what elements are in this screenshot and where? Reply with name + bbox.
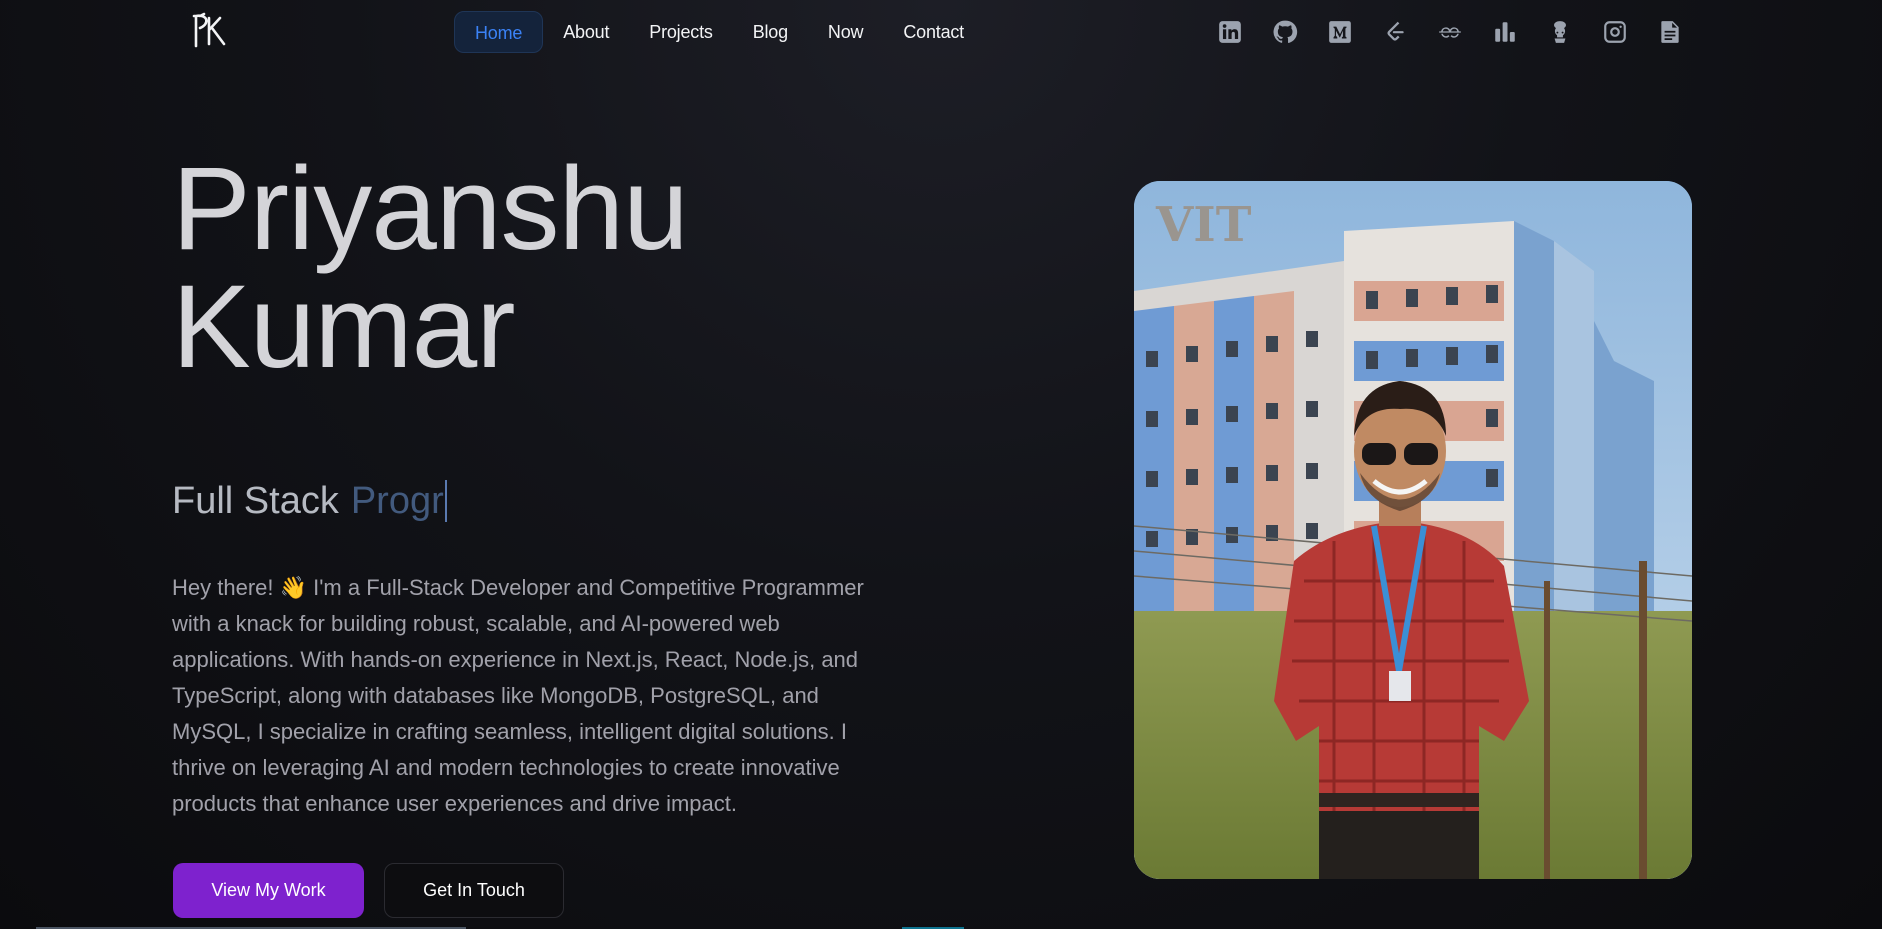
codechef-icon[interactable] xyxy=(1546,18,1574,46)
nav-blog[interactable]: Blog xyxy=(733,11,808,53)
instagram-icon[interactable] xyxy=(1601,18,1629,46)
top-navigation: Home About Projects Blog Now Contact xyxy=(0,0,1882,64)
site-logo[interactable] xyxy=(190,10,234,50)
hero-bio: Hey there! 👋 I'm a Full-Stack Developer … xyxy=(172,575,864,816)
view-my-work-button[interactable]: View My Work xyxy=(173,863,364,918)
nav-home[interactable]: Home xyxy=(454,11,544,53)
svg-text:VIT: VIT xyxy=(1155,197,1252,253)
linkedin-icon[interactable] xyxy=(1216,18,1244,46)
nav-contact[interactable]: Contact xyxy=(883,11,984,53)
medium-icon[interactable] xyxy=(1326,18,1354,46)
subtitle-static-text: Full Stack xyxy=(172,480,339,522)
social-links xyxy=(1216,14,1684,50)
hero-subtitle: Full Stack Progr xyxy=(172,479,447,523)
nav-projects[interactable]: Projects xyxy=(629,11,732,53)
geeksforgeeks-icon[interactable] xyxy=(1436,18,1464,46)
resume-document-icon[interactable] xyxy=(1656,18,1684,46)
github-icon[interactable] xyxy=(1271,18,1299,46)
get-in-touch-button[interactable]: Get In Touch xyxy=(384,863,564,918)
nav-about[interactable]: About xyxy=(543,11,629,53)
leetcode-icon[interactable] xyxy=(1381,18,1409,46)
nav-now[interactable]: Now xyxy=(808,11,883,53)
hero-name: Priyanshu Kumar xyxy=(172,143,689,393)
hero-last-name: Kumar xyxy=(172,261,516,393)
profile-photo: VIT xyxy=(1134,181,1692,879)
subtitle-typing-text: Progr xyxy=(350,480,447,522)
main-menu: Home About Projects Blog Now Contact xyxy=(454,11,984,53)
codolio-stats-icon[interactable] xyxy=(1491,18,1519,46)
hero-first-name: Priyanshu xyxy=(172,143,689,275)
